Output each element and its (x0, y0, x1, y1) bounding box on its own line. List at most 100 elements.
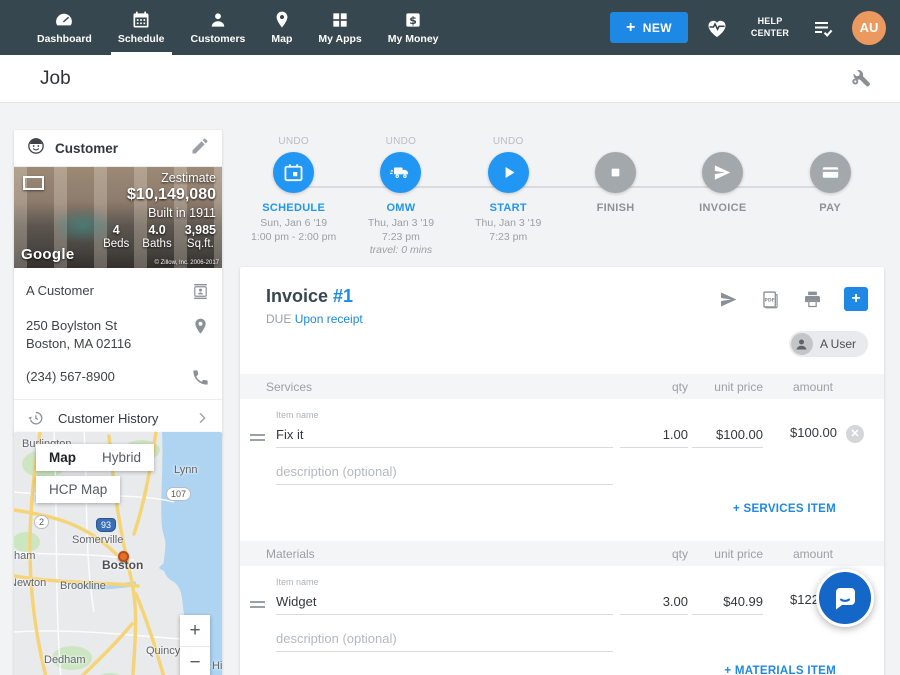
service-item-name-input[interactable] (276, 422, 613, 448)
route-107-shield: 107 (166, 487, 191, 501)
nav-item-dashboard[interactable]: Dashboard (24, 0, 105, 55)
stat-label: Beds (103, 238, 129, 250)
finish-step-button[interactable] (595, 152, 636, 193)
add-services-item-link[interactable]: + SERVICES ITEM (733, 503, 836, 515)
location-pin-icon[interactable] (191, 317, 210, 336)
new-button[interactable]: + NEW (610, 12, 688, 43)
customer-address-row: 250 Boylston StBoston, MA 02116 (14, 309, 222, 360)
assignee-chip[interactable]: A User (789, 331, 868, 357)
contact-card-icon[interactable] (191, 282, 210, 301)
chevron-right-icon (194, 410, 210, 426)
map-zoom-in-button[interactable]: + (180, 615, 210, 646)
drag-handle[interactable] (250, 598, 265, 611)
nav-item-schedule[interactable]: Schedule (105, 0, 178, 55)
service-qty-input[interactable] (620, 422, 688, 448)
property-photo[interactable]: Zestimate $10,149,080 Built in 1911 4 Be… (14, 167, 222, 268)
help-center-link[interactable]: HELP CENTER (746, 16, 794, 39)
map-zoom-control: + − (180, 615, 210, 675)
map-type-map-button[interactable]: Map (36, 444, 89, 471)
health-heart-icon[interactable] (705, 16, 729, 40)
map-widget[interactable]: Burlington Lynn 107 2 93 Somerville ham … (14, 432, 222, 675)
material-unit-price-input[interactable] (692, 589, 763, 615)
stat-value: 3,985 (185, 223, 216, 237)
delete-service-item-button[interactable]: ✕ (846, 425, 864, 443)
customer-phone: (234) 567-8900 (26, 368, 115, 386)
activity-list-icon[interactable] (811, 16, 835, 40)
job-tools-icon[interactable] (849, 65, 872, 93)
material-qty-input[interactable] (620, 589, 688, 615)
customer-history-row[interactable]: Customer History (14, 399, 222, 436)
property-stats: 4 Beds 4.0 Baths 3,985 Sq.ft. (103, 223, 216, 250)
add-invoice-item-button[interactable]: + (844, 287, 868, 311)
timeline-step-finish: FINISH (562, 136, 669, 258)
map-type-hybrid-button[interactable]: Hybrid (89, 444, 154, 471)
user-avatar[interactable]: AU (852, 11, 886, 45)
dashboard-icon (54, 10, 74, 30)
nav-item-my-apps[interactable]: My Apps (305, 0, 374, 55)
step-time: 1:00 pm - 2:00 pm (251, 231, 336, 243)
step-label: INVOICE (699, 202, 746, 214)
undo-link[interactable]: UNDO (278, 136, 309, 149)
unit-price-column-header: unit price (714, 547, 763, 561)
nav-item-customers[interactable]: Customers (178, 0, 259, 55)
nav-label: Schedule (118, 33, 165, 45)
step-detail: Sun, Jan 6 '19 1:00 pm - 2:00 pm (251, 217, 336, 244)
app-viewport: Dashboard Schedule Customers Map My Apps… (0, 0, 900, 675)
invoice-number[interactable]: #1 (333, 286, 353, 306)
edit-pencil-icon[interactable] (190, 136, 210, 161)
map-zoom-out-button[interactable]: − (180, 647, 210, 675)
zestimate-label: Zestimate (103, 171, 216, 185)
customer-phone-row: (234) 567-8900 (14, 360, 222, 395)
unit-price-column-header: unit price (714, 380, 763, 394)
timeline-step-start: UNDO START Thu, Jan 3 '197:23 pm (455, 136, 562, 258)
start-step-button[interactable] (488, 152, 529, 193)
print-icon[interactable] (802, 289, 823, 310)
nav-tabs: Dashboard Schedule Customers Map My Apps… (0, 0, 452, 55)
address-line1: 250 Boylston St (26, 318, 117, 333)
calendar-icon (282, 161, 305, 184)
schedule-step-button[interactable] (273, 152, 314, 193)
item-name-label: Item name (276, 577, 319, 587)
pdf-icon[interactable]: PDF (760, 289, 781, 310)
assignee-avatar (791, 333, 813, 355)
due-value-link[interactable]: Upon receipt (295, 312, 363, 326)
nav-item-map[interactable]: Map (258, 0, 305, 55)
undo-link[interactable]: UNDO (386, 136, 417, 149)
material-item-name-input[interactable] (276, 589, 613, 615)
map-label-dedham: Dedham (44, 654, 86, 666)
customer-card-title: Customer (55, 141, 118, 156)
step-travel: travel: 0 mins (370, 244, 432, 256)
step-time: 7:23 pm (382, 231, 420, 243)
stat-label: Baths (142, 238, 171, 250)
customers-icon (208, 10, 228, 30)
map-label-brookline: Brookline (60, 580, 106, 592)
undo-link[interactable]: UNDO (493, 136, 524, 149)
invoice-step-button[interactable] (702, 152, 743, 193)
omw-step-button[interactable] (380, 152, 421, 193)
phone-icon[interactable] (191, 368, 210, 387)
invoice-actions: PDF + (718, 287, 868, 311)
pay-step-button[interactable] (810, 152, 851, 193)
step-date: Sun, Jan 6 '19 (260, 217, 327, 229)
invoice-card: Invoice #1 DUE Upon receipt PDF + A User… (240, 267, 884, 675)
map-label-quincy: Quincy (146, 645, 180, 657)
new-button-label: NEW (643, 21, 672, 35)
send-invoice-icon[interactable] (718, 289, 739, 310)
material-description-input[interactable] (276, 626, 613, 652)
add-materials-item-link[interactable]: + MATERIALS ITEM (724, 665, 836, 675)
step-label: OMW (386, 202, 415, 214)
drag-handle[interactable] (250, 431, 265, 444)
stop-icon (604, 161, 627, 184)
due-label: DUE (266, 312, 291, 326)
service-unit-price-input[interactable] (692, 422, 763, 448)
map-label-lynn: Lynn (174, 464, 197, 476)
section-label: Services (266, 380, 312, 394)
service-description-input[interactable] (276, 459, 613, 485)
nav-label: Map (271, 33, 292, 45)
amount-column-header: amount (793, 380, 833, 394)
nav-item-my-money[interactable]: $ My Money (375, 0, 452, 55)
hcp-map-button[interactable]: HCP Map (36, 476, 120, 503)
chat-bubble-button[interactable] (816, 569, 874, 627)
customer-address: 250 Boylston StBoston, MA 02116 (26, 317, 131, 352)
send-icon (711, 161, 734, 184)
